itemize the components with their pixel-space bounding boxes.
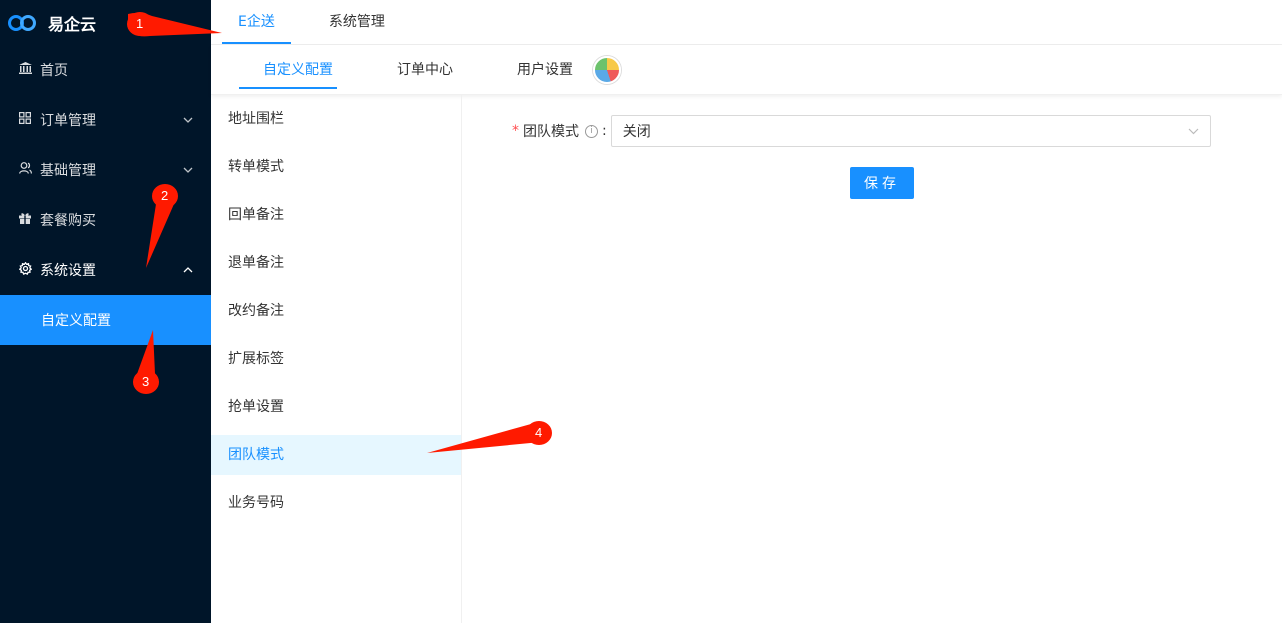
chevron-down-icon (183, 115, 193, 126)
sidebar-item-system-settings[interactable]: 系统设置 (0, 245, 211, 295)
sidebar-item-label: 系统设置 (40, 263, 96, 279)
top-tab-bar: E企送 系统管理 (211, 0, 1282, 45)
tab-custom-config[interactable]: 自定义配置 (211, 45, 365, 95)
annotation-number-1: 1 (136, 16, 144, 31)
team-mode-form-row: * 团队模式 i : 关闭 (512, 115, 1211, 147)
config-item-address-fence[interactable]: 地址围栏 (211, 99, 461, 139)
logo-icon (8, 13, 40, 33)
tab-user-settings[interactable]: 用户设置 (485, 45, 605, 95)
bank-icon (18, 62, 32, 78)
sidebar-item-home[interactable]: 首页 (0, 45, 211, 95)
config-item-transfer-mode[interactable]: 转单模式 (211, 147, 461, 187)
form-area: * 团队模式 i : 关闭 保存 (462, 95, 1282, 623)
config-item-refund-remark[interactable]: 退单备注 (211, 243, 461, 283)
users-icon (18, 162, 32, 178)
sidebar-subitem-custom-config[interactable]: 自定义配置 (0, 295, 211, 345)
config-item-return-remark[interactable]: 回单备注 (211, 195, 461, 235)
select-value: 关闭 (622, 124, 651, 140)
grid-icon (18, 112, 32, 128)
sidebar-item-label: 套餐购买 (40, 213, 96, 229)
sub-tab-bar: 自定义配置 订单中心 用户设置 (211, 45, 1282, 95)
annotation-number-2: 2 (161, 188, 169, 203)
config-item-grab-order[interactable]: 抢单设置 (211, 387, 461, 427)
team-mode-label: * 团队模式 i : (512, 121, 611, 141)
sidebar-item-label: 基础管理 (40, 163, 96, 179)
tab-e-qisong[interactable]: E企送 (211, 0, 302, 44)
sidebar-item-orders[interactable]: 订单管理 (0, 95, 211, 145)
info-icon[interactable]: i (585, 124, 598, 138)
form-label-text: 团队模式 (523, 124, 579, 140)
form-label-colon: : (602, 123, 607, 139)
sidebar: 易企云 首页 订单管理 基础管理 套餐购买 系统设置 自定义配置 (0, 0, 211, 623)
gift-icon (18, 212, 32, 228)
tab-system-management[interactable]: 系统管理 (302, 0, 412, 44)
sidebar-item-label: 首页 (40, 63, 68, 79)
team-mode-select[interactable]: 关闭 (610, 115, 1211, 147)
config-item-reschedule-remark[interactable]: 改约备注 (211, 291, 461, 331)
app-logo[interactable]: 易企云 (0, 0, 211, 45)
sidebar-item-basic[interactable]: 基础管理 (0, 145, 211, 195)
app-name: 易企云 (48, 14, 97, 34)
required-mark: * (512, 123, 519, 139)
gear-icon (18, 261, 32, 279)
chevron-up-icon (183, 265, 193, 276)
config-list: 地址围栏 转单模式 回单备注 退单备注 改约备注 扩展标签 抢单设置 团队模式 … (211, 95, 462, 623)
tab-order-center[interactable]: 订单中心 (365, 45, 485, 95)
sidebar-item-label: 订单管理 (40, 113, 96, 129)
chevron-down-icon (1188, 125, 1199, 138)
config-item-business-number[interactable]: 业务号码 (211, 483, 461, 523)
config-item-team-mode[interactable]: 团队模式 (211, 435, 461, 475)
annotation-number-3: 3 (142, 374, 150, 389)
config-item-extension-tags[interactable]: 扩展标签 (211, 339, 461, 379)
chevron-down-icon (183, 165, 193, 176)
app-root: 易企云 首页 订单管理 基础管理 套餐购买 系统设置 自定义配置 E企送 系统管… (0, 0, 1282, 623)
save-button[interactable]: 保存 (850, 167, 914, 199)
sidebar-subitem-label: 自定义配置 (41, 313, 111, 329)
annotation-number-4: 4 (535, 425, 543, 440)
sidebar-item-package[interactable]: 套餐购买 (0, 195, 211, 245)
